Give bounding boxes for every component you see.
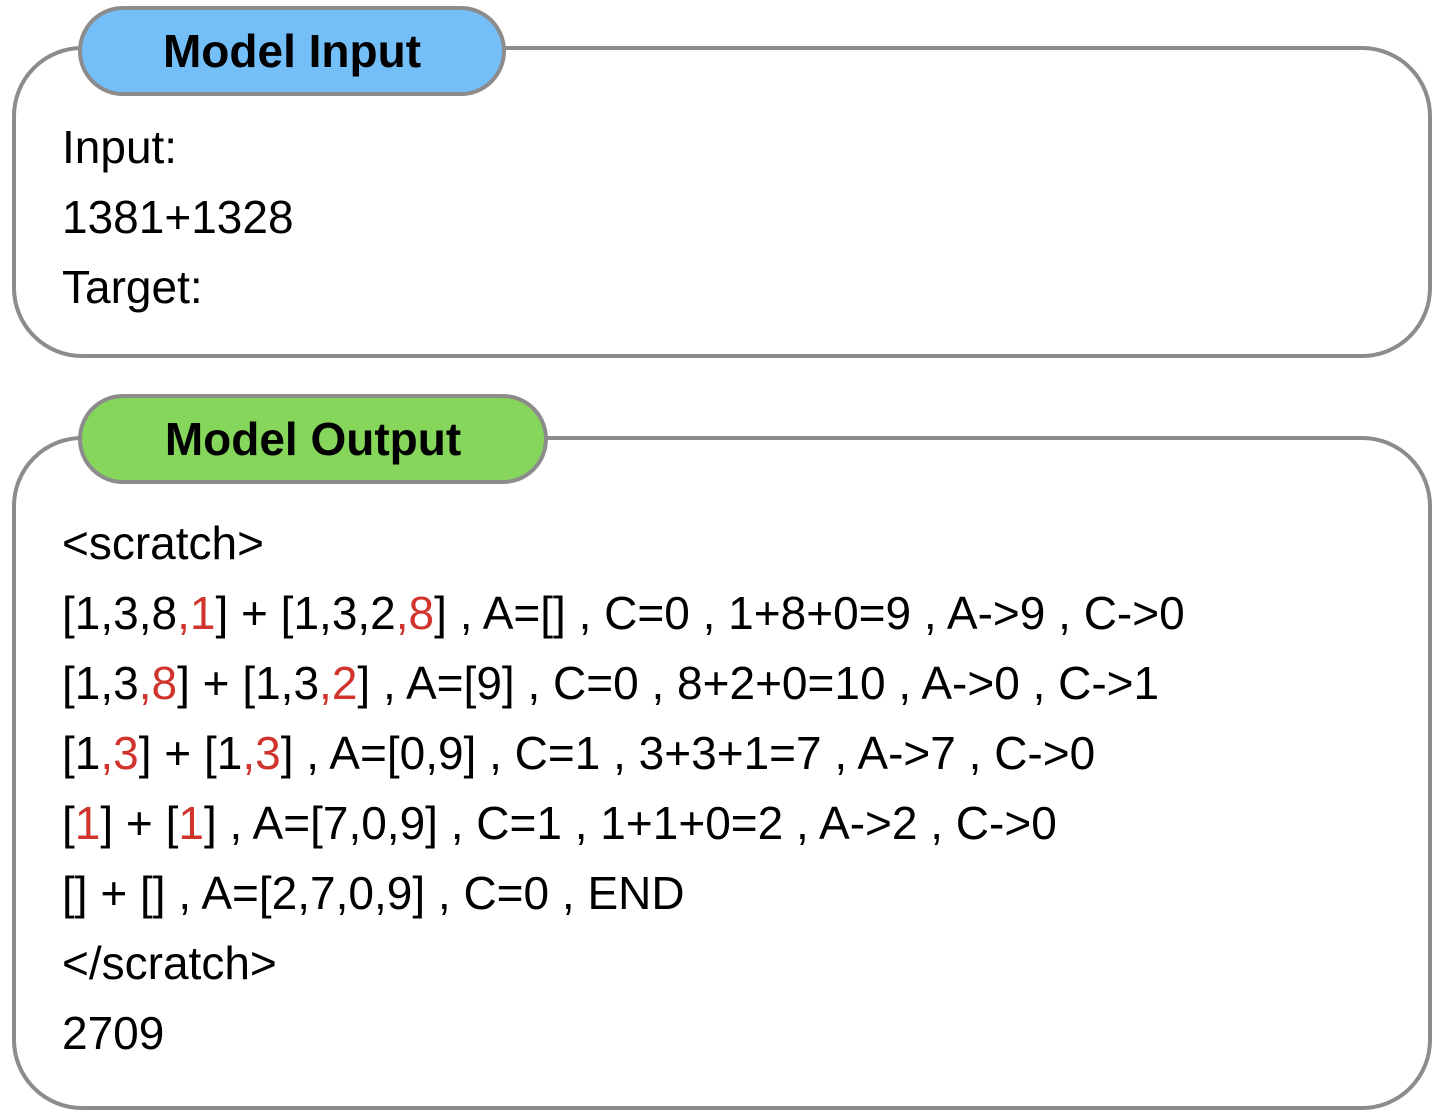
input-expression: 1381+1328	[62, 191, 294, 243]
output-text: 2709	[62, 1007, 165, 1059]
output-text: ] + [	[100, 797, 179, 849]
highlighted-digit: ,3	[242, 727, 281, 779]
output-text: ] , A=[7,0,9] , C=1 , 1+1+0=2 , A->2 , C…	[203, 797, 1057, 849]
output-line: </scratch>	[62, 928, 277, 998]
output-line: [1,3,8] + [1,3,2] , A=[9] , C=0 , 8+2+0=…	[62, 648, 1159, 718]
output-text: <scratch>	[62, 517, 264, 569]
output-text: ] + [1	[138, 727, 243, 779]
output-line: [1,3,8,1] + [1,3,2,8] , A=[] , C=0 , 1+8…	[62, 578, 1185, 648]
output-text: ] , A=[9] , C=0 , 8+2+0=10 , A->0 , C->1	[357, 657, 1160, 709]
output-text: [] + [] , A=[2,7,0,9] , C=0 , END	[62, 867, 685, 919]
output-text: ] , A=[0,9] , C=1 , 3+3+1=7 , A->7 , C->…	[280, 727, 1096, 779]
target-label: Target:	[62, 261, 203, 313]
highlighted-digit: ,8	[395, 587, 435, 639]
output-text: [1,3,8	[62, 587, 178, 639]
output-line: [1] + [1] , A=[7,0,9] , C=1 , 1+1+0=2 , …	[62, 788, 1057, 858]
output-text: ] + [1,3,2	[215, 587, 396, 639]
output-line: [1,3] + [1,3] , A=[0,9] , C=1 , 3+3+1=7 …	[62, 718, 1095, 788]
highlighted-digit: ,2	[319, 657, 358, 709]
output-text: ] + [1,3	[177, 657, 320, 709]
output-text: </scratch>	[62, 937, 277, 989]
output-text: [	[62, 797, 75, 849]
highlighted-digit: ,3	[100, 727, 139, 779]
highlighted-digit: 1	[178, 797, 204, 849]
output-text: ] , A=[] , C=0 , 1+8+0=9 , A->9 , C->0	[434, 587, 1185, 639]
output-text: [1,3	[62, 657, 139, 709]
highlighted-digit: ,8	[138, 657, 178, 709]
output-line: [] + [] , A=[2,7,0,9] , C=0 , END	[62, 858, 685, 928]
input-label: Input:	[62, 121, 178, 173]
output-line: 2709	[62, 998, 164, 1068]
highlighted-digit: 1	[74, 797, 101, 849]
highlighted-digit: ,1	[177, 587, 216, 639]
model-input-title: Model Input	[78, 6, 506, 96]
model-output-title: Model Output	[78, 394, 548, 484]
output-line: <scratch>	[62, 508, 264, 578]
output-text: [1	[62, 727, 101, 779]
